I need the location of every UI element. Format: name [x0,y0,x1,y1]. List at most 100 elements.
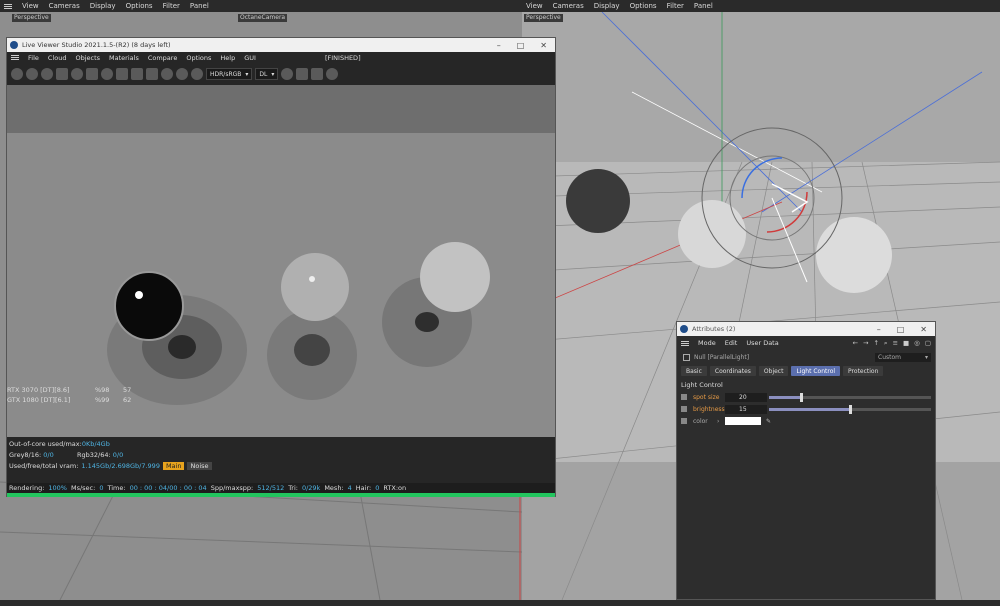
grid-icon[interactable] [296,68,309,80]
sphere-icon[interactable] [281,68,294,80]
minimize-icon[interactable]: – [877,325,881,334]
chevron-down-icon: ▾ [271,70,275,78]
refresh-icon[interactable] [26,68,38,80]
color-space-select[interactable]: HDR/sRGB ▾ [206,68,253,80]
left-menu-view[interactable]: View [22,2,39,10]
search-icon[interactable]: ⌕ [884,339,888,348]
target-icon[interactable] [71,68,83,80]
mode-select[interactable]: DL ▾ [255,68,279,80]
play-icon[interactable] [101,68,113,80]
film-icon[interactable] [131,68,143,80]
forward-arrow-icon[interactable]: → [863,339,868,348]
rendering-value: 100% [48,484,67,492]
attributes-title: Attributes (2) [692,325,736,333]
live-viewer-titlebar[interactable]: Live Viewer Studio 2021.1.5-(R2) (8 days… [7,38,555,52]
vram-row: Used/free/total vram: 1.145Gb/2.698Gb/7.9… [9,462,212,470]
color-swatch[interactable] [725,417,761,425]
camera-icon[interactable] [311,68,324,80]
spot-size-label: spot size [693,393,720,401]
eyedropper-icon[interactable]: ✎ [766,418,771,425]
gpu-util: %99 [95,396,110,404]
attr-menu-edit[interactable]: Edit [725,339,738,347]
pick-icon[interactable] [161,68,173,80]
attr-menu-mode[interactable]: Mode [698,339,716,347]
left-menu-display[interactable]: Display [90,2,116,10]
slider-knob[interactable] [849,405,852,414]
lv-menu-materials[interactable]: Materials [109,54,139,62]
left-menu-options[interactable]: Options [126,2,153,10]
attributes-menu: Mode Edit User Data ← → ↑ ⌕ ≡ ■ ◎ ▢ [677,336,935,350]
tab-coordinates[interactable]: Coordinates [709,366,756,376]
lv-menu-gui[interactable]: GUI [244,54,256,62]
hair-value: 0 [375,484,380,492]
left-menu-cameras[interactable]: Cameras [49,2,80,10]
lv-menu-compare[interactable]: Compare [148,54,178,62]
lock-icon[interactable]: ■ [903,339,909,348]
lv-menu-options[interactable]: Options [186,54,211,62]
lv-menu-objects[interactable]: Objects [75,54,100,62]
lv-menu-help[interactable]: Help [220,54,235,62]
close-icon[interactable]: ✕ [540,41,547,50]
param-row-brightness: brightness 15 [681,404,767,414]
pause-icon[interactable] [86,68,98,80]
left-menu-filter[interactable]: Filter [163,2,180,10]
brightness-input[interactable]: 15 [725,404,767,414]
minimize-icon[interactable]: – [497,41,501,50]
right-menu-panel[interactable]: Panel [694,2,713,10]
keyframe-icon[interactable] [681,394,687,400]
up-arrow-icon[interactable]: ↑ [873,339,878,348]
rtx-label: RTX:on [383,484,407,492]
tab-basic[interactable]: Basic [681,366,707,376]
new-window-icon[interactable]: ▢ [925,339,931,348]
lv-menu-cloud[interactable]: Cloud [48,54,67,62]
keyframe-icon[interactable] [681,418,687,424]
tab-object[interactable]: Object [758,366,789,376]
preset-select[interactable]: Custom ▾ [875,352,931,362]
right-menu-display[interactable]: Display [594,2,620,10]
material-icon[interactable] [191,68,203,80]
menu-icon[interactable] [4,3,12,10]
menu-icon[interactable] [11,54,19,61]
noise-button[interactable]: Noise [187,462,212,470]
keyframe-icon[interactable] [681,406,687,412]
maximize-icon[interactable]: □ [897,325,905,334]
gear-icon[interactable]: ◎ [914,339,920,348]
gear-icon[interactable] [11,68,23,80]
tab-light-control[interactable]: Light Control [791,366,841,376]
lv-menu-file[interactable]: File [28,54,39,62]
left-menu-panel[interactable]: Panel [190,2,209,10]
circle-icon[interactable] [326,68,339,80]
chevron-down-icon: ▾ [245,70,249,78]
right-menu-options[interactable]: Options [630,2,657,10]
render-view[interactable]: RTX 3070 [DT][8.6] %98 57 GTX 1080 [DT][… [7,85,555,437]
menu-icon[interactable] [681,340,689,347]
close-icon[interactable]: ✕ [920,325,927,334]
right-menu-cameras[interactable]: Cameras [553,2,584,10]
attr-menu-user-data[interactable]: User Data [746,339,778,347]
gpu-row: GTX 1080 [DT][6.1] %99 62 [7,396,147,404]
lock-icon[interactable] [41,68,53,80]
attributes-titlebar[interactable]: Attributes (2) – □ ✕ [677,322,935,336]
spot-size-input[interactable]: 20 [725,392,767,402]
spp-value: 512/512 [257,484,285,492]
texture-icon[interactable] [146,68,158,80]
out-of-core-value: 0Kb/4Gb [81,440,110,448]
region-icon[interactable] [116,68,128,80]
right-menu-filter[interactable]: Filter [667,2,684,10]
right-menu-view[interactable]: View [526,2,543,10]
time-value: 00 : 00 : 04/00 : 00 : 04 [129,484,207,492]
focus-icon[interactable] [176,68,188,80]
tab-protection[interactable]: Protection [843,366,884,376]
text-icon[interactable] [56,68,68,80]
param-row-color: color › ✎ [681,416,771,426]
back-arrow-icon[interactable]: ← [853,339,858,348]
slider-knob[interactable] [800,393,804,402]
main-button[interactable]: Main [162,462,185,470]
brightness-slider[interactable] [769,405,931,414]
object-header: Null [ParallelLight] Custom ▾ [677,350,935,364]
chevron-right-icon[interactable]: › [717,418,725,425]
maximize-icon[interactable]: □ [517,41,525,50]
filter-icon[interactable]: ≡ [893,339,898,348]
spot-size-slider[interactable] [769,393,931,402]
spp-label: Spp/maxspp: [210,484,254,492]
